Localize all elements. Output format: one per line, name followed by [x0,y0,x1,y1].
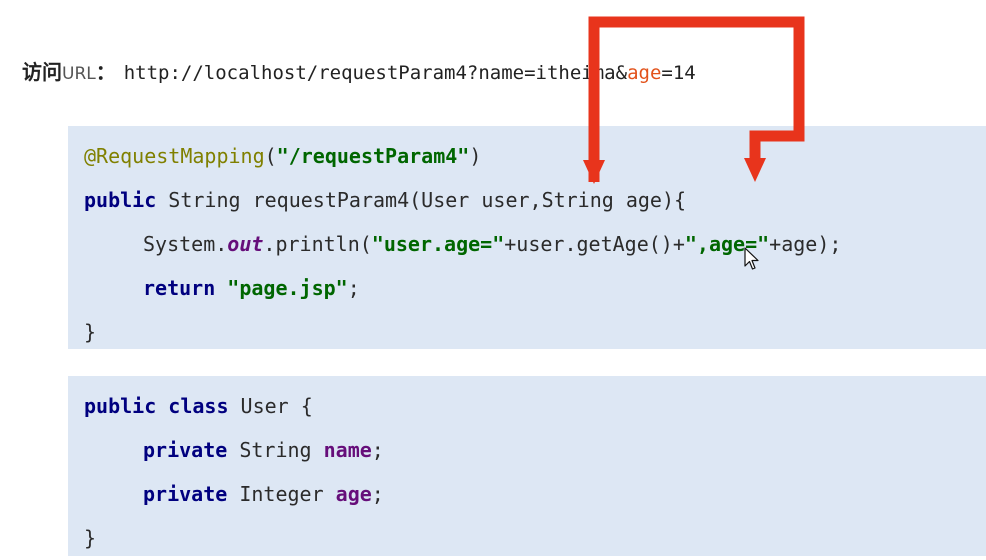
url-colon: ： [95,60,116,84]
field-age-line: private Integer age; [143,472,384,516]
keyword-class: class [168,394,229,418]
return-line: return "page.jsp"; [143,266,360,310]
system-out: out [227,232,264,256]
url-label-cn: 访问 [22,60,62,84]
url-prefix: http://localhost/requestParam4?name=ithe… [123,62,628,84]
keyword-public: public [84,394,157,418]
method-signature: String requestParam4(User user,String ag… [156,188,687,212]
mouse-pointer-icon [744,247,759,270]
method-signature-line: public String requestParam4(User user,St… [84,178,686,222]
access-url-line: 访问 URL ： http://localhost/requestParam4?… [22,56,696,86]
keyword-private: private [143,482,228,506]
class-code-block: public class User { private String name;… [68,376,986,556]
field-type-string: String [227,438,324,462]
method-code-block: @RequestMapping("/requestParam4") public… [68,126,986,349]
url-suffix: =14 [661,62,696,84]
annotation-line: @RequestMapping("/requestParam4") [84,134,481,178]
field-name-line: private String name; [143,428,384,472]
class-closing-brace: } [84,526,97,550]
println-call: .println( [263,232,372,256]
concat-end: +age); [769,232,842,256]
keyword-public: public [84,188,157,212]
url-age-param: age [627,62,662,84]
annotation-close-paren: ) [469,144,482,168]
url-label-en: URL [62,64,96,84]
class-name: User { [228,394,313,418]
println-line: System.out.println("user.age="+user.getA… [143,222,841,266]
method-closing-brace: } [84,320,97,344]
request-mapping-annotation: @RequestMapping [84,144,265,168]
field-name: name [323,438,372,462]
keyword-return: return [143,276,216,300]
annotation-path-value: "/requestParam4" [276,144,470,168]
return-value: "page.jsp" [227,276,348,300]
field-type-integer: Integer [227,482,336,506]
annotation-open-paren: ( [264,144,277,168]
concat-getage: +user.getAge()+ [504,232,685,256]
class-declaration-line: public class User { [84,384,313,428]
field-age-end: ; [371,482,384,506]
system-prefix: System. [143,232,228,256]
field-age: age [335,482,372,506]
keyword-private: private [143,438,228,462]
string-user-age: "user.age=" [371,232,505,256]
return-end: ; [347,276,360,300]
field-name-end: ; [371,438,384,462]
